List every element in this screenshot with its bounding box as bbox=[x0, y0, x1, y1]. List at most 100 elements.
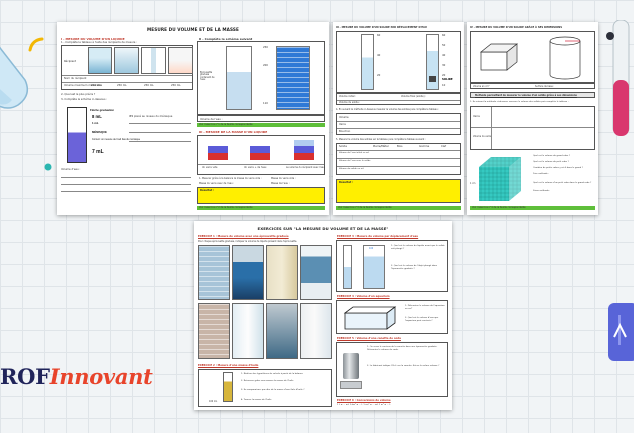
result-box[interactable]: Résultat : bbox=[197, 187, 325, 204]
question-text: Combien de petits cubes y a-t-il dans le… bbox=[533, 167, 583, 169]
answer-row[interactable]: Volume de l'eau : bbox=[197, 115, 325, 122]
question-text: Volume d'eau : bbox=[61, 168, 81, 171]
question-text: 1- Mesurer grâce à la balance la masse d… bbox=[199, 177, 262, 180]
section-heading: IV - MESURE DU VOLUME D'UN SOLIDE GRÂCE … bbox=[470, 26, 563, 29]
question-text: 1- Détermine le volume de l'aquarium en … bbox=[405, 305, 445, 310]
balance-illustration bbox=[250, 146, 270, 160]
annotation-label: Flèche graduation bbox=[90, 108, 115, 112]
beaker-photo bbox=[88, 47, 112, 74]
scale-label: 20 bbox=[377, 74, 381, 77]
table-header-cell: Clef bbox=[441, 145, 447, 148]
answer-label: Volume du solide : bbox=[339, 101, 361, 104]
question-text: Masse de l'eau : bbox=[271, 182, 290, 185]
oil-mass-figure: 100 mL 1- Réaliser des hypothèses de cal… bbox=[198, 369, 332, 407]
table-row-label: Volume de l'eau initial en mL bbox=[339, 152, 370, 154]
method-title: Méthode permettant de mesurer le volume … bbox=[475, 94, 577, 97]
table-cell: Volume bbox=[339, 116, 349, 119]
question-text: Masse du verre avec de l'eau : bbox=[199, 182, 235, 185]
capacity-cell: 250 mL bbox=[144, 84, 154, 87]
worksheet-volume-masse[interactable]: MESURE DU VOLUME ET DE LA MASSE I - MESU… bbox=[57, 22, 329, 215]
cylinder-photo bbox=[266, 303, 298, 359]
cuboid-drawing bbox=[480, 43, 518, 71]
section-heading: III - MESURE DU VOLUME D'UN SOLIDE PAR D… bbox=[336, 26, 427, 29]
table-row-label: Volume du solide en mL bbox=[339, 168, 364, 170]
table-row-name: Nom du récipient bbox=[64, 77, 87, 80]
instruction-text: 5- Mesurer le volume des solides sur le … bbox=[336, 138, 426, 141]
instruction-text: Œil placé au niveau du ménisque bbox=[129, 115, 173, 118]
dimensions-table[interactable]: Verre Volume du verre bbox=[470, 106, 595, 150]
table-header-cell: Gomme bbox=[419, 145, 430, 148]
cylinder-photo bbox=[198, 245, 230, 300]
answer-label: Volume de l'eau : bbox=[200, 117, 223, 121]
question-text: 2- Quel est le volume d'eau que l'aquari… bbox=[405, 317, 439, 322]
scale-label: 110 bbox=[263, 102, 268, 105]
answer-banner: Voir l'exercice n°3 de la feuille corres… bbox=[336, 206, 461, 210]
answer-banner-text: Voir l'exercice n°3 de la feuille corres… bbox=[338, 206, 392, 210]
scale-label: 50 bbox=[442, 44, 446, 47]
question-text: 2- Quel est le volume de l'objet plongé … bbox=[391, 265, 437, 270]
answer-banner: Voir l'exercice n°4 de la feuille corres… bbox=[470, 206, 595, 210]
scale-label: 10 bbox=[442, 84, 446, 87]
question-text: 2- Retrouver grâce aux masses la masse d… bbox=[241, 380, 294, 382]
balance-illustration bbox=[294, 140, 314, 160]
result-table-small[interactable]: Volume Verre Bouchon bbox=[336, 113, 461, 135]
soda-can bbox=[343, 353, 359, 379]
question-text: 3- Complète le schéma ci-dessous : bbox=[61, 98, 108, 101]
instruments-table: Récipient Nom du récipient Volume maximu… bbox=[61, 45, 193, 90]
sheet-title: EXERCICES SUR "LA MESURE DU VOLUME ET DE… bbox=[257, 226, 389, 231]
worksheet-exercices[interactable]: EXERCICES SUR "LA MESURE DU VOLUME ET DE… bbox=[194, 221, 452, 410]
cylinder-illustration bbox=[226, 46, 252, 110]
cylinder-photo bbox=[198, 303, 230, 359]
table-cell: Bouchon bbox=[339, 130, 351, 133]
question-text: 2- Quel est le plus précis ? bbox=[61, 93, 96, 96]
graduated-cylinder-diagram bbox=[67, 107, 87, 163]
answer-banner-text: Voir l'exercice n°2 de la feuille corres… bbox=[199, 206, 253, 210]
method-box: Méthode permettant de mesurer le volume … bbox=[470, 92, 595, 98]
exercise-heading: EXERCICE 4 : Volume d'un aquarium bbox=[337, 295, 390, 298]
question-text: Quel est le volume d'un petit cube dans … bbox=[533, 182, 592, 184]
scale-label: 250 bbox=[263, 46, 268, 49]
question-text: Quel est le volume du petit cube ? bbox=[533, 161, 569, 163]
answer-banner-text: Voir l'exercice n°1 de la feuille corres… bbox=[199, 123, 253, 127]
result-box[interactable]: Résultat : bbox=[336, 179, 461, 203]
exercise-heading: EXERCICE 3 : Mesure du volume par déplac… bbox=[337, 235, 419, 238]
result-label: Résultat : bbox=[339, 181, 354, 184]
worksheet-solide-dimensions[interactable]: IV - MESURE DU VOLUME D'UN SOLIDE GRÂCE … bbox=[467, 22, 598, 215]
cylinder-drawing bbox=[549, 36, 581, 80]
cylinder-illustration-scaled bbox=[276, 46, 310, 110]
exercise-heading: EXERCICE 5 : Volume d'une canette de sod… bbox=[337, 337, 401, 340]
solids-table[interactable]: Solide Pierre/Métal Bois Gomme Clef Volu… bbox=[336, 143, 461, 175]
cylinder-left bbox=[343, 245, 352, 289]
balance-illustration bbox=[208, 146, 228, 160]
solid-object bbox=[429, 76, 436, 82]
figure-label: 100 mL bbox=[209, 400, 218, 403]
table-cell: Verre bbox=[339, 123, 346, 126]
volume-rows[interactable]: Volume initial : Volume final (solide) :… bbox=[336, 93, 461, 105]
cylinder-photo bbox=[232, 303, 264, 359]
cylinder-photo bbox=[232, 245, 264, 300]
scale-label: 100 bbox=[369, 247, 374, 250]
question-text: 2ème méthode : bbox=[533, 190, 551, 192]
cylinder-photo bbox=[300, 303, 332, 359]
cylinder-right bbox=[363, 245, 385, 289]
question-text: 3- En comparaison, que dire de la masse … bbox=[241, 389, 305, 391]
scale-label: 60 bbox=[442, 34, 446, 37]
instruction-text: 1- En suivant la méthode ci-dessous, mes… bbox=[470, 101, 569, 103]
answer-label: Volume initial : bbox=[339, 95, 357, 98]
worksheet-solide-deplacement[interactable]: III - MESURE DU VOLUME D'UN SOLIDE PAR D… bbox=[333, 22, 464, 215]
answer-row[interactable]: Volume en cm³ Surface de base : bbox=[470, 83, 595, 89]
cube-grid-illustration bbox=[479, 157, 521, 201]
balance-caption: Un verre vide bbox=[202, 166, 218, 169]
question-text: 1- On verse le contenu de la canette dan… bbox=[367, 346, 438, 351]
scale-label: 30 bbox=[442, 64, 446, 67]
swoosh-icon bbox=[28, 37, 44, 52]
figure-caption: Eprouvette graduée contenant de l'eau bbox=[200, 71, 215, 82]
table-row-header: Récipient bbox=[64, 60, 77, 63]
aquarium-figure: 1- Détermine le volume de l'aquarium en … bbox=[336, 300, 448, 334]
vial-decoration bbox=[606, 20, 630, 136]
annotation-value: 7 mL bbox=[92, 149, 104, 155]
capacity-cell: 250 mL bbox=[171, 84, 181, 87]
flask-photo bbox=[168, 47, 193, 74]
answer-label: Volume en cm³ bbox=[473, 85, 490, 88]
oil-cylinder bbox=[223, 372, 233, 402]
